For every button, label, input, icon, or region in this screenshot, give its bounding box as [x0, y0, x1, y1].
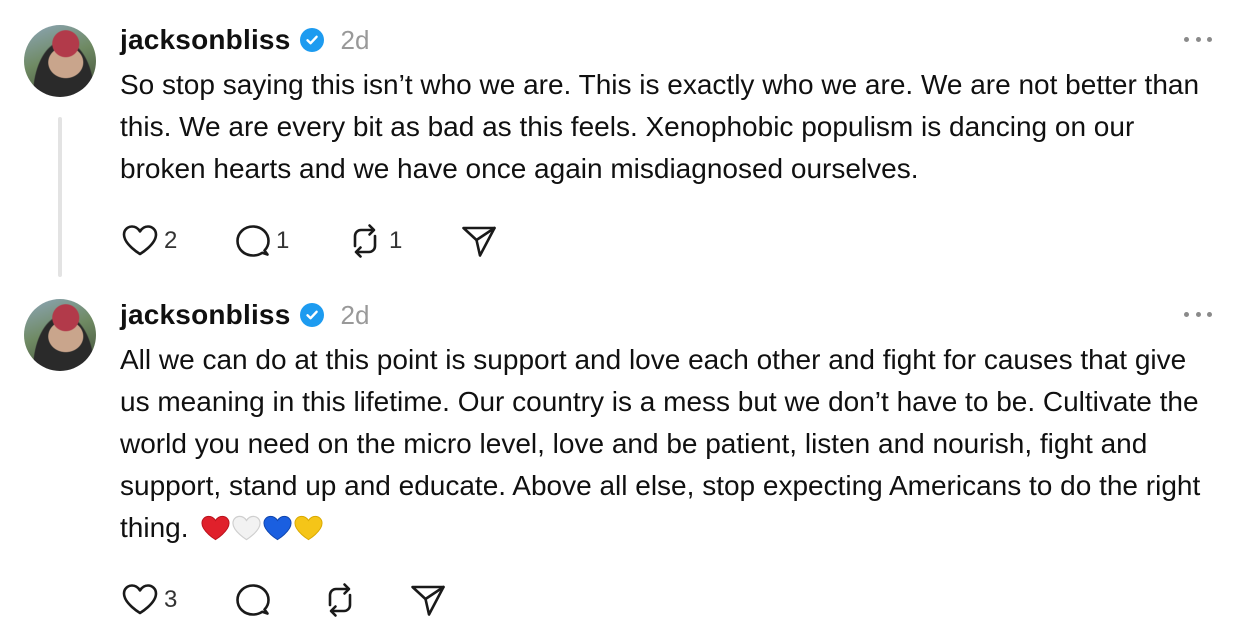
- speech-bubble-icon: [236, 584, 270, 616]
- repost-count: 1: [389, 227, 403, 254]
- timestamp[interactable]: 2d: [340, 25, 369, 56]
- timestamp[interactable]: 2d: [340, 300, 369, 331]
- blue-heart-icon: [263, 515, 292, 541]
- like-count: 3: [164, 586, 178, 613]
- more-options-icon[interactable]: [1184, 27, 1212, 51]
- like-button[interactable]: 3: [120, 580, 232, 620]
- thread-post: jacksonbliss 2d So stop saying this isn’…: [0, 0, 1242, 277]
- paper-plane-icon: [411, 585, 445, 616]
- like-button[interactable]: 2: [120, 221, 232, 261]
- more-options-icon[interactable]: [1184, 302, 1212, 326]
- white-heart-icon: [232, 515, 261, 541]
- repost-button[interactable]: [320, 580, 408, 620]
- post-actions: 2 1 1: [120, 221, 499, 261]
- speech-bubble-icon: [236, 225, 270, 257]
- verified-badge-icon: [300, 28, 325, 52]
- avatar[interactable]: [24, 25, 96, 97]
- post-actions: 3: [120, 580, 448, 620]
- repost-button[interactable]: 1: [345, 221, 459, 261]
- heart-emoji-row: [200, 514, 324, 542]
- thread-post: jacksonbliss 2d All we can do at this po…: [0, 275, 1242, 642]
- heart-outline-icon: [122, 225, 158, 256]
- post-text: All we can do at this point is support a…: [120, 339, 1210, 549]
- post-text: So stop saying this isn’t who we are. Th…: [120, 64, 1210, 190]
- share-button[interactable]: [459, 221, 499, 261]
- username[interactable]: jacksonbliss: [120, 299, 290, 331]
- post-header: jacksonbliss 2d: [120, 20, 369, 60]
- thread-connector-line: [58, 117, 62, 277]
- share-button[interactable]: [408, 580, 448, 620]
- repost-arrows-icon: [328, 583, 352, 617]
- yellow-heart-icon: [294, 515, 323, 541]
- verified-badge-icon: [300, 303, 325, 327]
- reply-count: 1: [276, 227, 290, 254]
- post-header: jacksonbliss 2d: [120, 295, 369, 335]
- paper-plane-icon: [462, 226, 496, 257]
- reply-button[interactable]: [232, 580, 320, 620]
- red-heart-icon: [201, 515, 230, 541]
- post-text-content: So stop saying this isn’t who we are. Th…: [120, 69, 1200, 184]
- username[interactable]: jacksonbliss: [120, 24, 290, 56]
- like-count: 2: [164, 227, 178, 254]
- heart-outline-icon: [122, 584, 158, 615]
- reply-button[interactable]: 1: [232, 221, 345, 261]
- repost-arrows-icon: [353, 224, 377, 258]
- avatar[interactable]: [24, 299, 96, 371]
